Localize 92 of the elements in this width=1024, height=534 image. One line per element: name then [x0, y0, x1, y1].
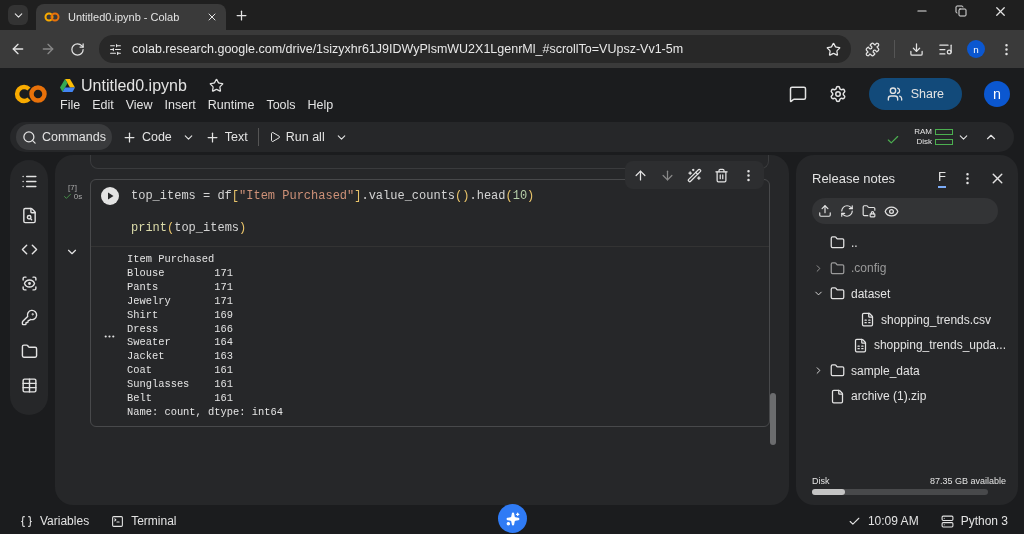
file-tree-item[interactable]: ..	[851, 235, 858, 250]
execution-count: [7]	[68, 183, 77, 192]
code-line: print(top_items)	[131, 220, 248, 236]
folder-icon	[830, 363, 845, 379]
variables-button[interactable]: Variables	[20, 514, 90, 528]
plus-icon	[204, 129, 220, 145]
account-avatar[interactable]: n	[984, 81, 1010, 107]
check-icon	[886, 133, 901, 147]
settings-icon[interactable]	[828, 85, 847, 103]
run-time: 0s	[73, 192, 83, 201]
run-cell-button[interactable]	[101, 187, 119, 205]
browser-tab[interactable]: Untitled0.ipynb - Colab	[36, 4, 226, 30]
cell-output: Item Purchased Blouse 171 Pants 171 Jewelry 171 Shirt 169 Dress 166 Sweater 164 Jacket 163 Coat 161 Sunglasses 161 Belt 161 Name: count, dtype: int64	[127, 253, 283, 420]
close-icon[interactable]	[206, 11, 218, 23]
menu-item[interactable]: Help	[307, 97, 334, 112]
upload-icon[interactable]	[818, 204, 832, 218]
toolbar-button[interactable]: Code	[115, 124, 178, 150]
terminal-button[interactable]: Terminal	[111, 514, 177, 528]
panel-title: Release notes	[812, 171, 897, 186]
colab-logo-icon	[14, 84, 48, 104]
drive-icon	[60, 79, 75, 92]
menu-item[interactable]: File	[60, 97, 81, 112]
menu-item[interactable]: Runtime	[207, 97, 255, 112]
extensions-icon[interactable]	[865, 41, 880, 57]
star-icon[interactable]	[208, 78, 224, 93]
reload-icon[interactable]	[70, 41, 85, 57]
menu-item[interactable]: Insert	[164, 97, 196, 112]
eye-icon[interactable]	[884, 203, 899, 219]
file-tree-item[interactable]: shopping_trends.csv	[881, 312, 992, 327]
file-tree-item[interactable]: .config	[851, 261, 887, 276]
download-icon[interactable]	[909, 41, 924, 57]
star-icon[interactable]	[826, 41, 841, 57]
site-settings-icon[interactable]	[109, 42, 122, 56]
move-down-icon[interactable]	[660, 167, 675, 183]
find-icon[interactable]	[20, 207, 38, 224]
file-tree-item[interactable]: shopping_trends_upda...	[873, 338, 1006, 353]
folder-icon	[830, 260, 845, 276]
sparkle-icon	[505, 511, 520, 526]
notebook-title[interactable]: Untitled0.ipynb	[81, 76, 187, 95]
restore-icon[interactable]	[955, 5, 967, 17]
gemini-button[interactable]	[498, 504, 527, 533]
disk-available: 87.35 GB available	[929, 476, 1006, 486]
file-icon	[830, 388, 845, 404]
people-icon	[886, 86, 903, 102]
csv-file-icon	[860, 312, 875, 328]
back-icon[interactable]	[10, 41, 26, 57]
search-icon	[22, 129, 37, 145]
file-tree-item[interactable]: dataset	[851, 287, 891, 301]
menu-item[interactable]: Edit	[92, 97, 114, 112]
panel-tab[interactable]: F	[938, 169, 946, 188]
plus-icon	[121, 129, 137, 145]
comment-icon[interactable]	[788, 85, 807, 103]
play-icon	[268, 131, 281, 143]
toolbar-button[interactable]: Commands	[16, 124, 112, 150]
scrollbar[interactable]	[770, 393, 776, 445]
colab-logo-icon	[44, 12, 60, 22]
code-line: top_items = df["Item Purchased"].value_counts().head(10)	[131, 188, 535, 204]
key-icon[interactable]	[20, 309, 38, 326]
share-button[interactable]: Share	[868, 78, 962, 110]
server-icon	[940, 514, 954, 528]
eye-icon[interactable]	[20, 275, 38, 292]
menu-item[interactable]: Tools	[266, 97, 296, 112]
ram-label: RAM	[914, 127, 932, 137]
refresh-icon[interactable]	[840, 204, 854, 218]
menu-item[interactable]: View	[125, 97, 153, 112]
folder-icon	[830, 286, 845, 302]
csv-file-icon	[852, 337, 868, 353]
terminal-icon	[111, 514, 125, 528]
toolbar-button[interactable]: Text	[198, 124, 254, 150]
file-tree-item[interactable]: archive (1).zip	[851, 389, 927, 404]
folder-icon[interactable]	[20, 343, 38, 360]
toolbar-button[interactable]: Run all	[262, 124, 331, 150]
table-icon[interactable]	[20, 377, 38, 394]
address-bar[interactable]: colab.research.google.com/drive/1sizyxhr61J9IDWyPlsmWU2X1LgenrMl_#scrollTo=VUpsz-Vv1-5m	[99, 35, 851, 63]
folder-lock-icon[interactable]	[862, 204, 876, 218]
move-up-icon[interactable]	[633, 167, 648, 183]
braces-icon	[20, 514, 33, 528]
forward-icon[interactable]	[40, 41, 56, 57]
runtime-status[interactable]: 10:09 AM	[847, 514, 919, 528]
trash-icon[interactable]	[714, 167, 729, 183]
disk-label: Disk	[916, 137, 932, 147]
check-icon	[62, 192, 72, 201]
disk-label: Disk	[812, 476, 830, 486]
magic-wand-icon[interactable]	[687, 167, 702, 183]
list-icon[interactable]	[20, 173, 38, 190]
media-icon[interactable]	[938, 41, 953, 57]
profile-avatar[interactable]: n	[967, 40, 985, 58]
tab-list-button[interactable]	[8, 5, 28, 25]
folder-icon	[830, 235, 845, 251]
new-tab-button[interactable]	[234, 8, 249, 23]
file-tree-item[interactable]: sample_data	[851, 363, 920, 378]
runtime-button[interactable]: Python 3	[940, 514, 1008, 528]
